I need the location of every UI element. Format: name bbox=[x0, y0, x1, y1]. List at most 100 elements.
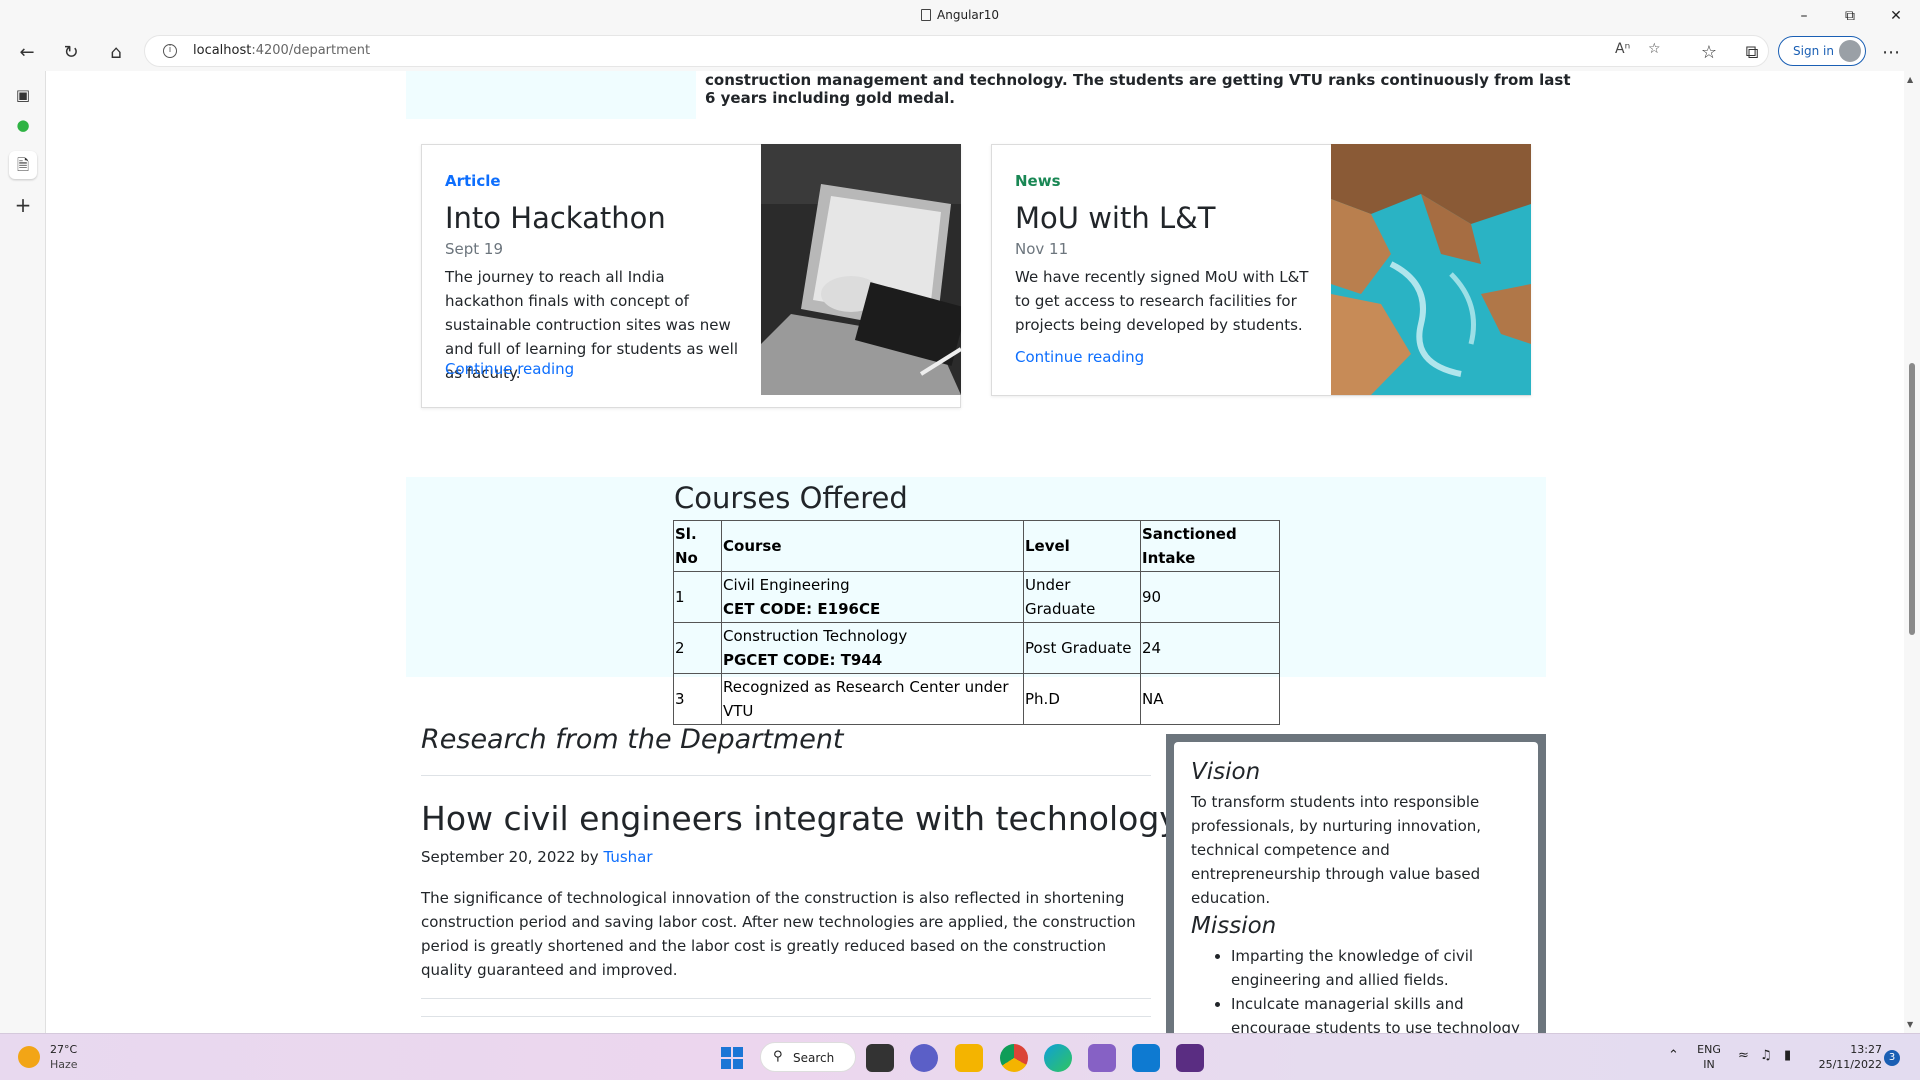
post-title: How civil engineers integrate with techn… bbox=[421, 799, 1179, 838]
home-button[interactable]: ⌂ bbox=[101, 38, 131, 68]
continue-reading-link[interactable]: Continue reading bbox=[1015, 348, 1144, 366]
more-menu-icon[interactable]: ⋯ bbox=[1876, 38, 1906, 68]
table-cell: Under Graduate bbox=[1023, 571, 1141, 623]
laptop-image bbox=[761, 144, 961, 395]
window-titlebar: Angular10 – ⧉ ✕ bbox=[0, 0, 1920, 33]
table-row: 1 Civil Engineering CET CODE: E196CE Unde… bbox=[673, 571, 1280, 623]
read-aloud-icon[interactable]: Aⁿ bbox=[1615, 41, 1630, 57]
wifi-icon[interactable]: ≈ bbox=[1738, 1048, 1749, 1063]
table-cell: 1 bbox=[673, 571, 722, 623]
card-category: News bbox=[1015, 172, 1061, 190]
divider bbox=[421, 998, 1151, 999]
add-favorite-icon[interactable]: ☆ bbox=[1648, 41, 1661, 57]
coast-image bbox=[1331, 144, 1531, 395]
windows-taskbar: 27°C Haze ⚲ Search ⌃ ENG IN ≈ ♫ ▮ 13:27 … bbox=[0, 1033, 1920, 1080]
table-cell: Construction Technology PGCET CODE: T944 bbox=[721, 622, 1024, 674]
table-cell: Ph.D bbox=[1023, 673, 1141, 725]
browser-toolbar: ← ↻ ⌂ i localhost:4200/department Aⁿ ☆ ☆… bbox=[0, 33, 1920, 71]
card-category: Article bbox=[445, 172, 501, 190]
table-cell: Post Graduate bbox=[1023, 622, 1141, 674]
divider bbox=[421, 775, 1151, 776]
profile-avatar bbox=[1839, 40, 1861, 62]
courses-title: Courses Offered bbox=[674, 481, 908, 515]
start-icon[interactable] bbox=[718, 1044, 746, 1072]
table-row: 3 Recognized as Research Center under VT… bbox=[673, 673, 1280, 725]
browser-sidebar: ▣ ● 🗎 + bbox=[0, 71, 46, 1033]
search-icon: ⚲ bbox=[773, 1049, 783, 1064]
table-header: Level bbox=[1023, 520, 1141, 572]
scroll-down-icon[interactable]: ▼ bbox=[1907, 1020, 1913, 1029]
tab-actions-icon[interactable]: ▣ bbox=[9, 81, 37, 109]
card-date: Nov 11 bbox=[1015, 240, 1069, 258]
taskbar-search[interactable]: ⚲ Search bbox=[760, 1042, 856, 1072]
mission-list: Imparting the knowledge of civil enginee… bbox=[1231, 944, 1522, 1033]
vision-mission-panel: Vision To transform students into respon… bbox=[1166, 734, 1546, 1033]
sign-in-button[interactable]: Sign in bbox=[1778, 36, 1866, 66]
language-indicator[interactable]: ENG IN bbox=[1694, 1042, 1724, 1072]
table-header: Sl. No bbox=[673, 520, 722, 572]
edge-icon[interactable] bbox=[1044, 1044, 1072, 1072]
table-header-row: Sl. No Course Level Sanctioned Intake bbox=[673, 520, 1280, 572]
about-side-panel bbox=[406, 71, 696, 119]
continue-reading-link[interactable]: Continue reading bbox=[445, 360, 574, 378]
table-header: Sanctioned Intake bbox=[1140, 520, 1280, 572]
collections-icon[interactable]: ⧉ bbox=[1737, 38, 1767, 68]
chrome-icon[interactable] bbox=[1000, 1044, 1028, 1072]
research-heading: Research from the Department bbox=[421, 724, 844, 755]
list-item: Imparting the knowledge of civil enginee… bbox=[1231, 944, 1522, 992]
scrollbar-thumb[interactable] bbox=[1909, 363, 1915, 635]
back-button[interactable]: ← bbox=[12, 38, 42, 68]
table-cell: 24 bbox=[1140, 622, 1280, 674]
visual-studio-icon[interactable] bbox=[1088, 1044, 1116, 1072]
table-cell: 2 bbox=[673, 622, 722, 674]
url-path: :4200/department bbox=[251, 43, 371, 58]
url-host: localhost bbox=[193, 43, 252, 58]
vision-text: To transform students into responsible p… bbox=[1191, 793, 1482, 907]
divider bbox=[421, 1016, 1151, 1017]
clock[interactable]: 13:27 25/11/2022 bbox=[1812, 1042, 1882, 1072]
about-text: construction management and technology. … bbox=[705, 71, 1571, 107]
terminal-app-icon[interactable] bbox=[1176, 1044, 1204, 1072]
post-meta: September 20, 2022 by Tushar bbox=[421, 848, 653, 866]
page-content: construction management and technology. … bbox=[47, 71, 1904, 1033]
scroll-up-icon[interactable]: ▲ bbox=[1907, 75, 1913, 84]
table-cell: Recognized as Research Center under VTU bbox=[721, 673, 1024, 725]
notification-badge[interactable]: 3 bbox=[1884, 1050, 1900, 1066]
close-button[interactable]: ✕ bbox=[1876, 4, 1916, 28]
card-title: Into Hackathon bbox=[445, 201, 666, 235]
restore-button[interactable]: ⧉ bbox=[1830, 4, 1870, 28]
post-author-link[interactable]: Tushar bbox=[603, 848, 652, 866]
chat-icon[interactable] bbox=[910, 1044, 938, 1072]
card-title: MoU with L&T bbox=[1015, 201, 1216, 235]
mission-title: Mission bbox=[1191, 913, 1277, 939]
card-text: We have recently signed MoU with L&T to … bbox=[1015, 268, 1309, 334]
site-info-icon[interactable]: i bbox=[163, 44, 177, 58]
table-cell: Civil Engineering CET CODE: E196CE bbox=[721, 571, 1024, 623]
table-cell: 90 bbox=[1140, 571, 1280, 623]
post-body: The significance of technological innova… bbox=[421, 889, 1136, 979]
minimize-button[interactable]: – bbox=[1784, 4, 1824, 28]
task-view-icon[interactable] bbox=[866, 1044, 894, 1072]
page-icon bbox=[921, 9, 932, 21]
vision-title: Vision bbox=[1191, 759, 1261, 785]
address-bar[interactable]: i localhost:4200/department Aⁿ ☆ bbox=[144, 35, 1769, 67]
weather-condition: Haze bbox=[50, 1058, 78, 1071]
table-row: 2 Construction Technology PGCET CODE: T94… bbox=[673, 622, 1280, 674]
extension-icon[interactable]: ● bbox=[9, 111, 37, 139]
add-tab-icon[interactable]: + bbox=[9, 191, 37, 219]
show-hidden-icons[interactable]: ⌃ bbox=[1668, 1048, 1679, 1063]
volume-icon[interactable]: ♫ bbox=[1760, 1048, 1772, 1063]
list-item: Inculcate managerial skills and encourag… bbox=[1231, 992, 1522, 1033]
news-card: News MoU with L&T Nov 11 We have recentl… bbox=[991, 144, 1531, 396]
table-header: Course bbox=[721, 520, 1024, 572]
favorites-icon[interactable]: ☆ bbox=[1694, 38, 1724, 68]
page-tab-icon[interactable]: 🗎 bbox=[9, 151, 37, 179]
page-scrollbar[interactable]: ▲ ▼ bbox=[1904, 71, 1920, 1033]
table-cell: NA bbox=[1140, 673, 1280, 725]
vscode-icon[interactable] bbox=[1132, 1044, 1160, 1072]
article-card: Article Into Hackathon Sept 19 The journ… bbox=[421, 144, 961, 408]
battery-icon[interactable]: ▮ bbox=[1784, 1048, 1791, 1063]
refresh-button[interactable]: ↻ bbox=[56, 38, 86, 68]
file-explorer-icon[interactable] bbox=[955, 1044, 983, 1072]
window-title: Angular10 bbox=[937, 8, 999, 22]
